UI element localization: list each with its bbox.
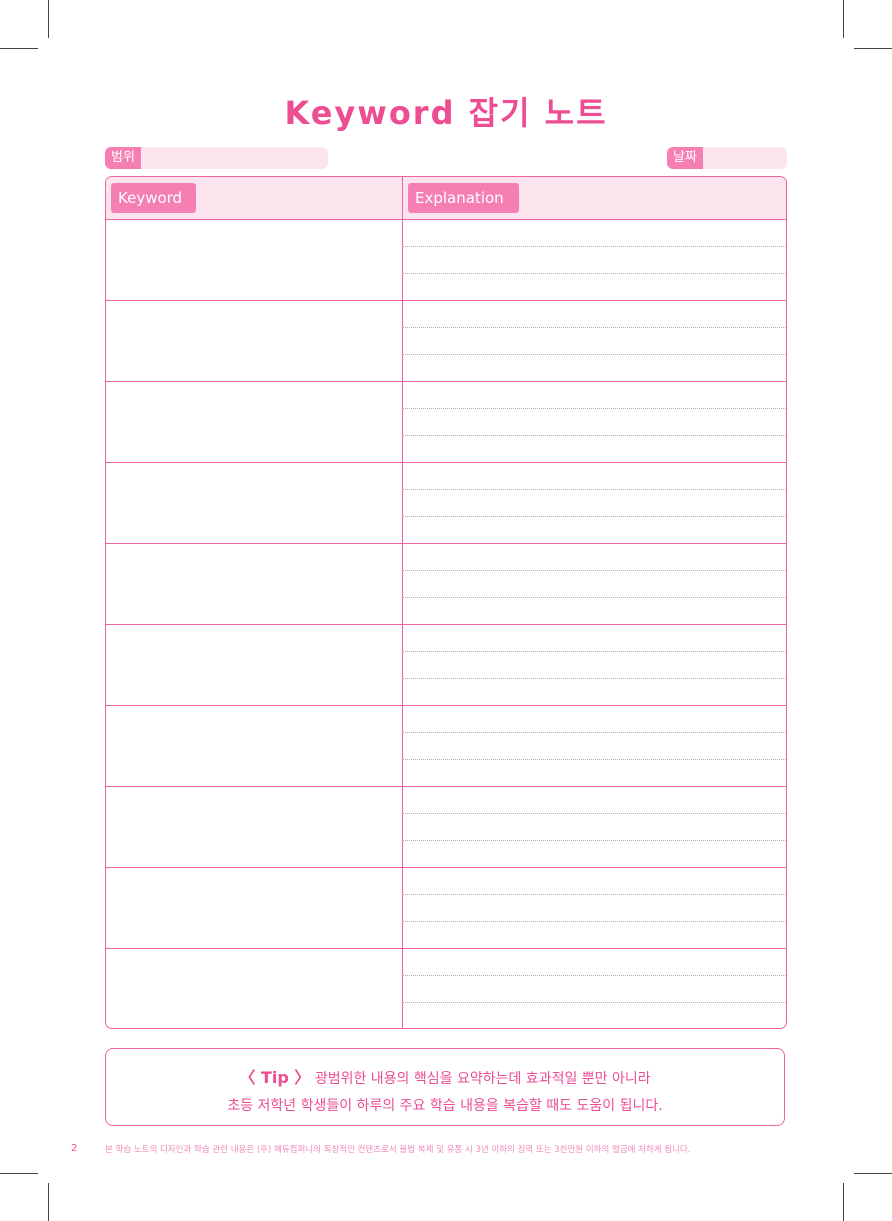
range-label: 범위 [105, 147, 141, 169]
dotted-line [403, 678, 786, 679]
dotted-line [403, 597, 786, 598]
dotted-line [403, 570, 786, 571]
tip-text-1: 광범위한 내용의 핵심을 요약하는데 효과적일 뿐만 아니라 [314, 1071, 651, 1087]
dotted-line [403, 435, 786, 436]
table-row[interactable] [106, 463, 786, 544]
table-row[interactable] [106, 382, 786, 463]
crop-mark [854, 48, 892, 49]
dotted-line [403, 1002, 786, 1003]
dotted-line [403, 516, 786, 517]
dotted-line [403, 894, 786, 895]
table-row[interactable] [106, 868, 786, 949]
table-row[interactable] [106, 301, 786, 382]
tip-text-2: 초등 저학년 학생들이 하루의 주요 학습 내용을 복습할 때도 도움이 됩니다… [227, 1098, 663, 1114]
crop-mark [48, 1183, 49, 1221]
tip-box: 〈 Tip 〉 광범위한 내용의 핵심을 요약하는데 효과적일 뿐만 아니라 초… [105, 1048, 785, 1126]
crop-mark [843, 1183, 844, 1221]
table-row[interactable] [106, 625, 786, 706]
keyword-column-header: Keyword [111, 183, 196, 213]
date-field[interactable]: 날짜 [667, 147, 787, 169]
table-row[interactable] [106, 706, 786, 787]
crop-mark [843, 0, 844, 38]
tip-line-1: 〈 Tip 〉 광범위한 내용의 핵심을 요약하는데 효과적일 뿐만 아니라 [106, 1064, 784, 1088]
table-row[interactable] [106, 220, 786, 301]
crop-mark [48, 0, 49, 38]
crop-mark [0, 1173, 38, 1174]
page-title: Keyword 잡기 노트 [284, 94, 608, 132]
dotted-line [403, 408, 786, 409]
crop-mark [0, 48, 38, 49]
dotted-line [403, 246, 786, 247]
dotted-line [403, 759, 786, 760]
page-number: 2 [71, 1143, 78, 1154]
table-row[interactable] [106, 787, 786, 868]
dotted-line [403, 840, 786, 841]
copyright-footer: 본 학습 노트의 디자인과 학습 관련 내용은 (주) 혜듀컴퍼니의 독창적인 … [105, 1145, 691, 1155]
crop-mark [854, 1173, 892, 1174]
table-header: Keyword Explanation [106, 177, 786, 220]
dotted-line [403, 813, 786, 814]
explanation-column-header: Explanation [408, 183, 519, 213]
dotted-line [403, 273, 786, 274]
dotted-line [403, 327, 786, 328]
dotted-line [403, 651, 786, 652]
range-field[interactable]: 범위 [105, 147, 328, 169]
table-row[interactable] [106, 544, 786, 625]
table-row[interactable] [106, 949, 786, 1028]
dotted-line [403, 975, 786, 976]
dotted-line [403, 354, 786, 355]
tip-label: 〈 Tip 〉 [239, 1068, 311, 1087]
date-label: 날짜 [667, 147, 703, 169]
dotted-line [403, 732, 786, 733]
dotted-line [403, 489, 786, 490]
keyword-table: Keyword Explanation [105, 176, 787, 1029]
dotted-line [403, 921, 786, 922]
